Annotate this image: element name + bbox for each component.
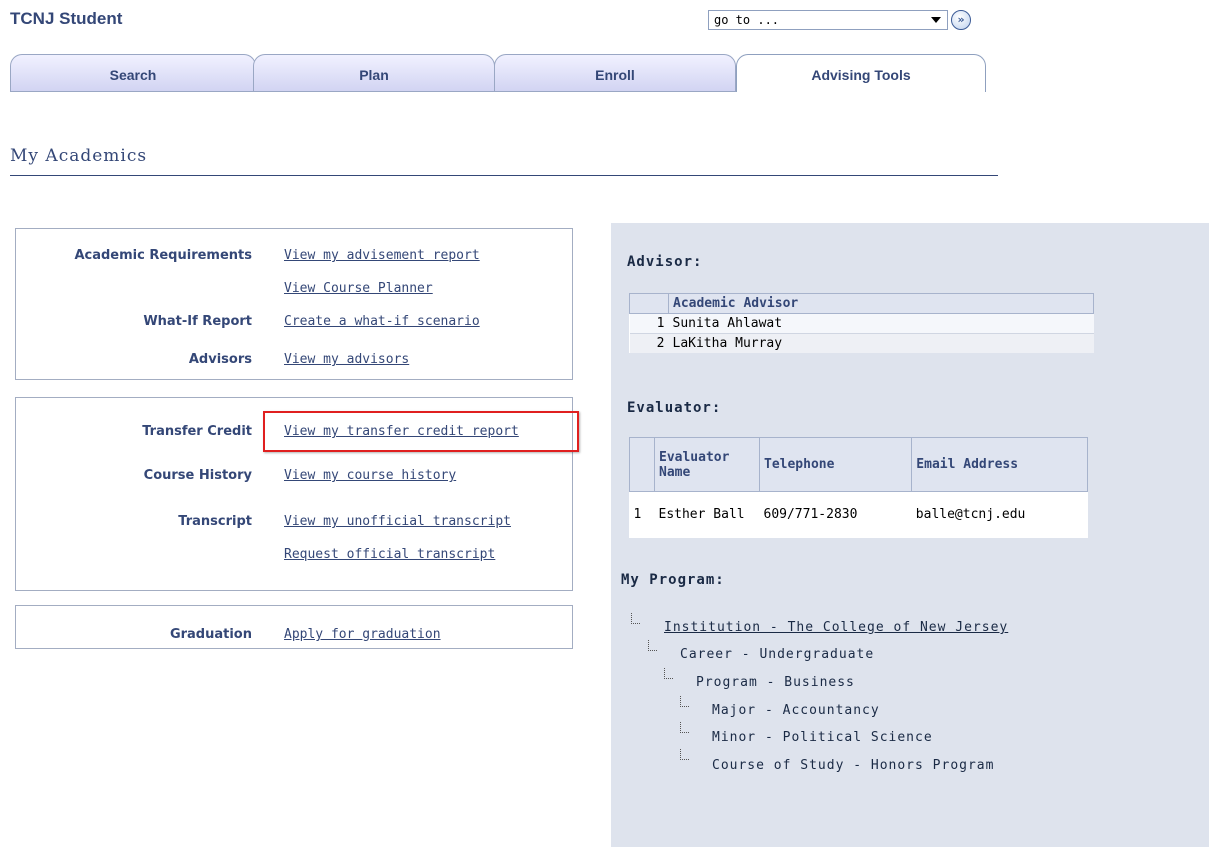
label-graduation: Graduation	[169, 627, 252, 642]
row-number: 1	[629, 313, 669, 334]
title-divider	[10, 175, 998, 176]
link-unofficial-transcript[interactable]: View my unofficial transcript	[284, 514, 511, 529]
tree-connector-icon	[664, 668, 673, 679]
tree-item-course-of-study: Course of Study - Honors Program	[712, 758, 995, 773]
advisor-num-header	[629, 293, 669, 314]
table-row: 1 Sunita Ahlawat	[629, 313, 1094, 334]
tab-label: Search	[109, 67, 157, 83]
double-chevron-right-icon: »	[957, 13, 965, 26]
link-request-official-transcript[interactable]: Request official transcript	[284, 547, 495, 562]
advisor-name: Sunita Ahlawat	[668, 313, 1094, 334]
tree-item-minor: Minor - Political Science	[712, 730, 933, 745]
link-apply-graduation[interactable]: Apply for graduation	[284, 627, 441, 642]
tab-label: Advising Tools	[811, 67, 911, 83]
link-course-planner[interactable]: View Course Planner	[284, 281, 433, 296]
tree-connector-icon	[680, 749, 689, 760]
tab-label: Enroll	[595, 67, 635, 83]
tree-item-major: Major - Accountancy	[712, 703, 880, 718]
label-what-if-report: What-If Report	[143, 314, 252, 329]
link-what-if-scenario[interactable]: Create a what-if scenario	[284, 314, 480, 329]
tree-item-program: Program - Business	[696, 675, 855, 690]
tab-enroll[interactable]: Enroll	[494, 54, 736, 92]
evaluator-num-header	[629, 437, 655, 492]
red-highlight-box	[263, 411, 579, 452]
evaluator-heading: Evaluator:	[627, 400, 722, 416]
table-row: 1 Esther Ball 609/771-2830 balle@tcnj.ed…	[629, 491, 1088, 538]
label-transcript: Transcript	[178, 514, 252, 529]
goto-select-value: go to ...	[714, 13, 780, 27]
tree-connector-icon	[631, 613, 640, 624]
evaluator-table-wrap: Evaluator Name Telephone Email Address 1…	[629, 437, 1088, 538]
tree-item-career: Career - Undergraduate	[680, 647, 875, 662]
tab-plan[interactable]: Plan	[253, 54, 495, 92]
evaluator-table: Evaluator Name Telephone Email Address 1…	[629, 437, 1088, 538]
advisor-column-header: Academic Advisor	[668, 293, 1094, 314]
evaluator-email: balle@tcnj.edu	[911, 491, 1088, 538]
label-transfer-credit: Transfer Credit	[142, 424, 252, 439]
advisor-table-wrap: Academic Advisor 1 Sunita Ahlawat 2 LaKi…	[629, 293, 1094, 353]
evaluator-name-header: Evaluator Name	[654, 437, 760, 492]
label-course-history: Course History	[143, 468, 252, 483]
app-title: TCNJ Student	[10, 9, 123, 28]
tree-connector-icon	[680, 696, 689, 707]
evaluator-name: Esther Ball	[654, 491, 760, 538]
advisor-table: Academic Advisor 1 Sunita Ahlawat 2 LaKi…	[629, 293, 1094, 353]
link-view-advisors[interactable]: View my advisors	[284, 352, 409, 367]
table-row: 2 LaKitha Murray	[629, 333, 1094, 353]
tree-connector-icon	[648, 640, 657, 651]
link-advisement-report[interactable]: View my advisement report	[284, 248, 480, 263]
advisor-name: LaKitha Murray	[668, 333, 1094, 353]
page-title: My Academics	[10, 146, 148, 166]
label-academic-requirements: Academic Requirements	[74, 248, 252, 263]
tab-label: Plan	[359, 67, 389, 83]
telephone-header: Telephone	[758, 437, 913, 492]
tree-item-institution[interactable]: Institution - The College of New Jersey	[664, 620, 1008, 635]
tab-search[interactable]: Search	[10, 54, 256, 92]
tab-advising-tools[interactable]: Advising Tools	[736, 54, 986, 92]
program-heading: My Program:	[621, 572, 725, 588]
link-course-history[interactable]: View my course history	[284, 468, 456, 483]
dropdown-arrow-icon	[931, 17, 941, 23]
tree-connector-icon	[680, 722, 689, 733]
row-number: 1	[629, 491, 655, 538]
email-header: Email Address	[911, 437, 1088, 492]
row-number: 2	[629, 333, 669, 353]
go-button[interactable]: »	[951, 10, 971, 30]
evaluator-telephone: 609/771-2830	[759, 491, 912, 538]
label-advisors: Advisors	[188, 352, 252, 367]
advisor-heading: Advisor:	[627, 254, 703, 270]
goto-select[interactable]: go to ...	[708, 10, 948, 30]
tab-baseline	[10, 91, 735, 92]
